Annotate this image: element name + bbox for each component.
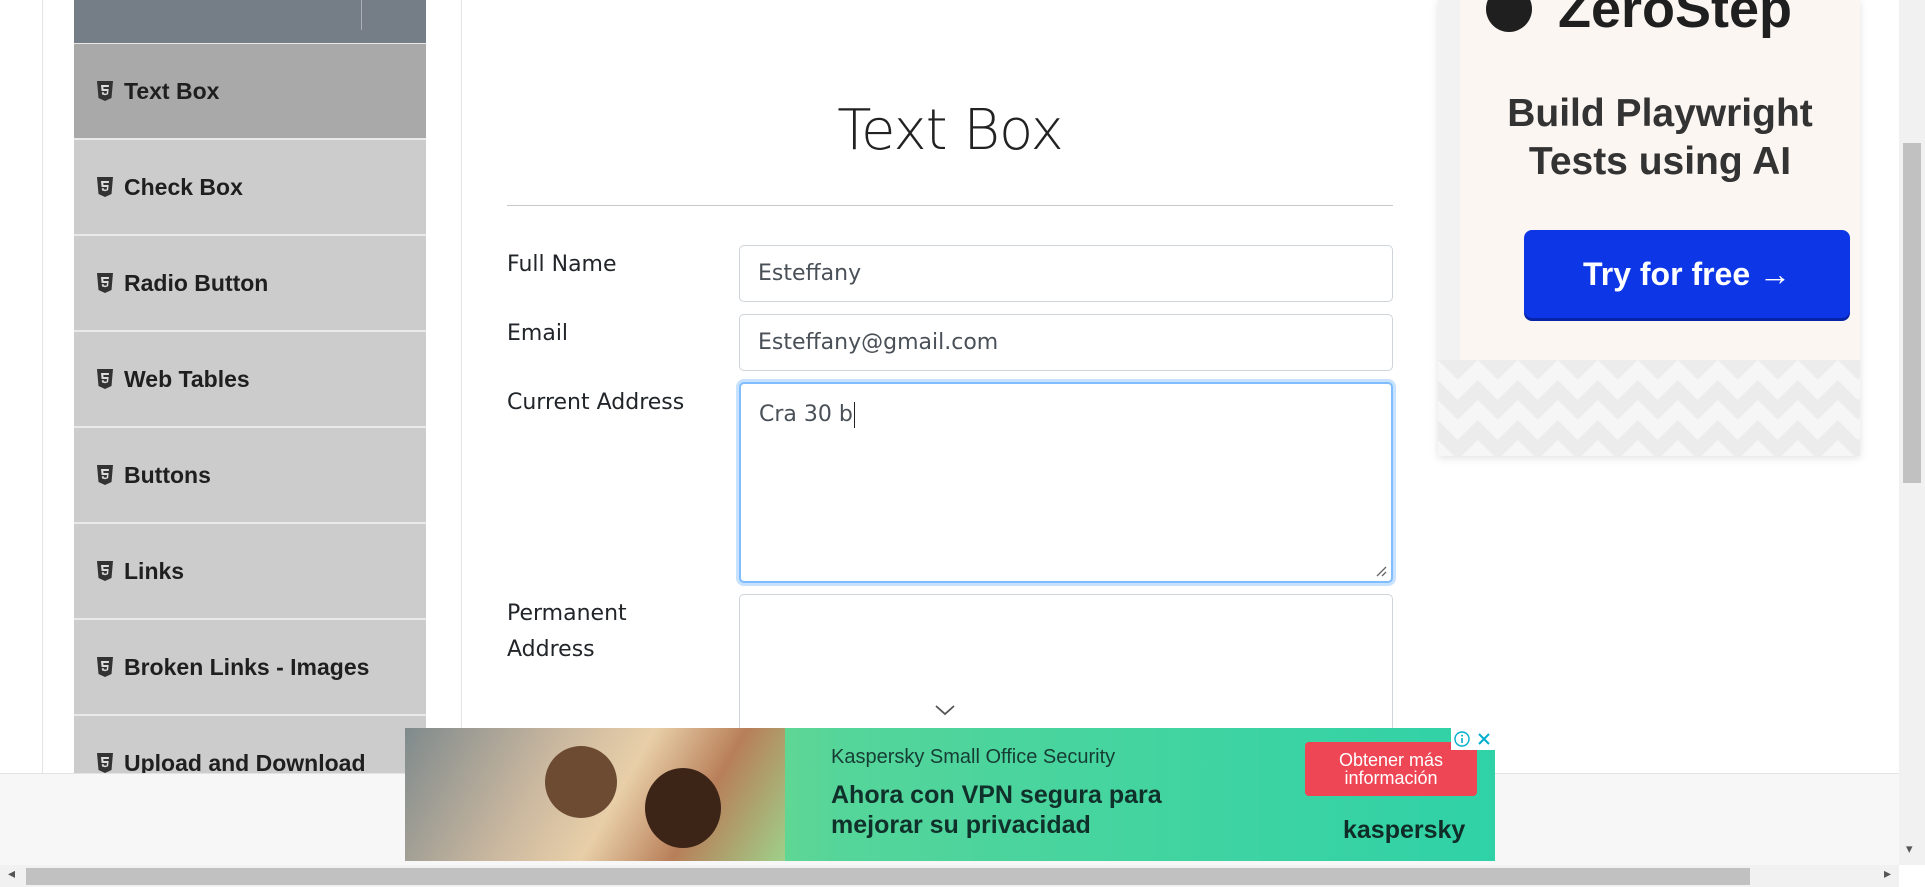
sidebar-item-buttons[interactable]: Buttons [74, 427, 426, 523]
vertical-scroll-thumb[interactable] [1903, 143, 1921, 483]
permanent-address-label: Permanent Address [507, 596, 627, 668]
ad-photo [405, 728, 785, 861]
chevron-down-icon[interactable] [934, 703, 956, 717]
horizontal-scrollbar[interactable]: ◂ ▸ [0, 865, 1899, 887]
kaspersky-ad[interactable]: Kaspersky Small Office Security Ahora co… [405, 728, 1495, 861]
ad-headline-line1: Build Playwright [1507, 92, 1813, 135]
ad-product-name: Kaspersky Small Office Security [831, 746, 1116, 768]
scroll-down-icon[interactable]: ▾ [1906, 842, 1913, 857]
sidebar-item-label: Broken Links - Images [124, 653, 370, 680]
sidebar-item-label: Links [124, 557, 185, 584]
ad-headline-line2: Tests using AI [1528, 140, 1792, 183]
sidebar-item-check-box[interactable]: Check Box [74, 139, 426, 235]
ad-brand: ZeroStep [1486, 0, 1792, 40]
ad-btn-line2: información [1344, 768, 1438, 788]
current-address-value: Cra 30 b [759, 402, 853, 427]
ad-bottom-headline-line1: Ahora con VPN segura para [831, 781, 1162, 809]
html5-icon [96, 657, 114, 677]
html5-icon [96, 561, 114, 581]
sidebar-item-label: Text Box [124, 77, 220, 104]
title-divider [507, 205, 1393, 206]
sidebar-item-text-box[interactable]: Text Box [74, 43, 426, 139]
sidebar-item-broken-links[interactable]: Broken Links - Images [74, 619, 426, 715]
page: Text Box Check Box Radio Button Web Tabl… [0, 0, 1925, 887]
sidebar-item-upload-download[interactable]: Upload and Download [74, 715, 426, 773]
scroll-right-icon[interactable]: ▸ [1884, 866, 1891, 882]
ad-more-info-button[interactable]: Obtener más información [1305, 742, 1477, 796]
ad-bottom-headline-line2: mejorar su privacidad [831, 811, 1091, 839]
try-for-free-button[interactable]: Try for free → [1524, 230, 1850, 318]
email-value: Esteffany@gmail.com [758, 330, 999, 355]
full-name-value: Esteffany [758, 261, 862, 286]
html5-icon [96, 753, 114, 773]
sidebar-item-label: Web Tables [124, 365, 250, 392]
html5-icon [96, 273, 114, 293]
scroll-left-icon[interactable]: ◂ [8, 866, 15, 882]
ad-bottom-headline: Ahora con VPN segura para mejorar su pri… [831, 780, 1251, 840]
html5-icon [96, 465, 114, 485]
sidebar-group-header[interactable] [74, 0, 426, 43]
text-caret [853, 402, 855, 428]
resize-grip-icon[interactable] [1375, 565, 1387, 577]
sidebar-item-radio-button[interactable]: Radio Button [74, 235, 426, 331]
page-title: Text Box [837, 98, 1063, 163]
ad-photo-person [645, 768, 721, 848]
vertical-scrollbar[interactable]: ▾ [1899, 0, 1925, 865]
ad-photo-person [545, 746, 617, 818]
close-icon[interactable] [1473, 728, 1495, 750]
sidebar-item-label: Buttons [124, 461, 211, 488]
html5-icon [96, 81, 114, 101]
email-input[interactable]: Esteffany@gmail.com [739, 314, 1393, 371]
zerostep-logo-icon [1486, 0, 1532, 32]
html5-icon [96, 369, 114, 389]
left-gutter-divider [42, 0, 43, 773]
sidebar: Text Box Check Box Radio Button Web Tabl… [74, 0, 426, 773]
ad-btn-line1: Obtener más [1338, 750, 1444, 770]
ad-brand-name: ZeroStep [1558, 0, 1793, 39]
zerostep-ad[interactable]: ZeroStep Build Playwright Tests using AI… [1438, 0, 1860, 456]
current-address-label: Current Address [507, 390, 685, 415]
email-label: Email [507, 321, 569, 346]
full-name-label: Full Name [507, 252, 617, 277]
ad-bottom-brand: kaspersky [1343, 816, 1466, 844]
html5-icon [96, 177, 114, 197]
content-divider [461, 0, 462, 773]
sidebar-item-label: Upload and Download [124, 749, 366, 774]
sidebar-item-links[interactable]: Links [74, 523, 426, 619]
current-address-textarea[interactable]: Cra 30 b [739, 382, 1393, 583]
horizontal-scroll-thumb[interactable] [26, 868, 1750, 885]
permanent-address-label-line1: Permanent [507, 601, 627, 626]
permanent-address-label-line2: Address [507, 637, 595, 662]
sidebar-item-label: Radio Button [124, 269, 269, 296]
ad-pattern [1438, 360, 1860, 456]
sidebar-item-web-tables[interactable]: Web Tables [74, 331, 426, 427]
ad-headline: Build Playwright Tests using AI [1460, 90, 1860, 186]
full-name-input[interactable]: Esteffany [739, 245, 1393, 302]
header-divider [361, 0, 362, 30]
info-icon[interactable] [1451, 728, 1473, 750]
sidebar-item-label: Check Box [124, 173, 243, 200]
